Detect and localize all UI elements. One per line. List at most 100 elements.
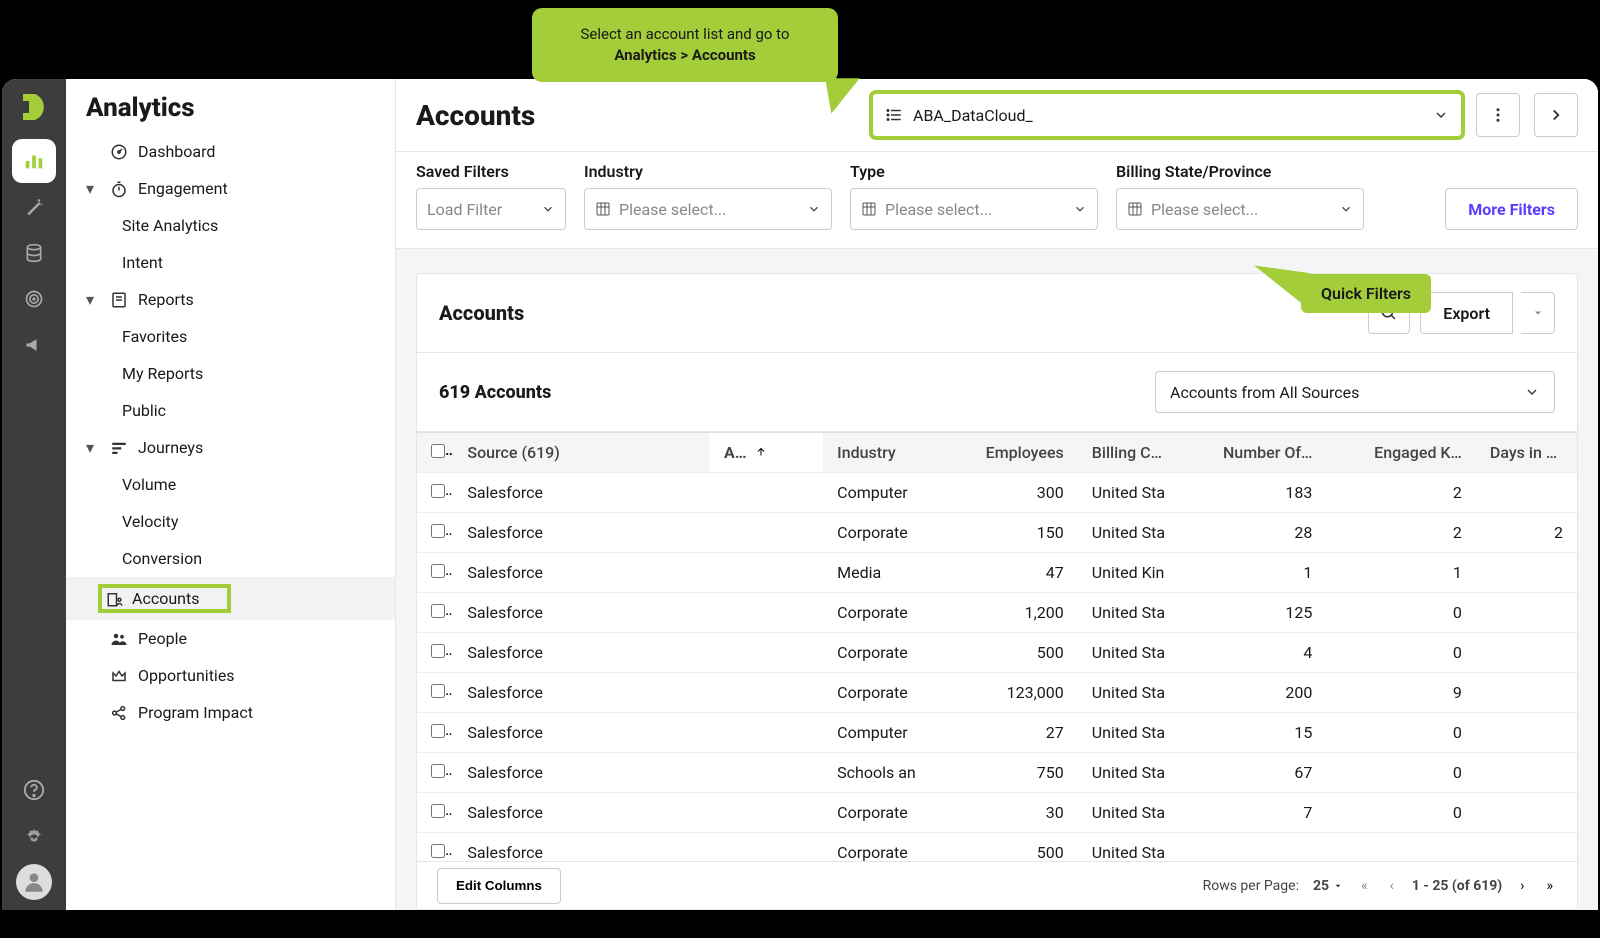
table-header-row: Source (619) A… Industry Employees Billi… <box>417 433 1577 473</box>
select-all-checkbox[interactable] <box>431 444 445 458</box>
chevron-down-icon <box>541 202 555 216</box>
main-area: Quick Filters Accounts ABA_DataCloud_ Sa… <box>396 79 1598 910</box>
sidebar-item-site-analytics[interactable]: Site Analytics <box>66 207 395 244</box>
callout-text-line1: Select an account list and go to <box>580 25 789 43</box>
rail-data-icon[interactable] <box>12 231 56 275</box>
col-days[interactable]: Days in Jo <box>1476 433 1577 473</box>
cell-industry: Corporate <box>823 793 940 833</box>
table-row[interactable]: SalesforceCorporate1,200United Sta1250 <box>417 593 1577 633</box>
sidebar-item-journeys[interactable]: ▾Journeys <box>66 429 395 466</box>
row-checkbox[interactable] <box>431 524 445 538</box>
cell-source: Salesforce <box>453 713 710 753</box>
sidebar: Analytics Dashboard▾EngagementSite Analy… <box>66 79 396 910</box>
next-button[interactable] <box>1534 93 1578 137</box>
source-filter-select[interactable]: Accounts from All Sources <box>1155 371 1555 413</box>
table-row[interactable]: SalesforceCorporate30United Sta70 <box>417 793 1577 833</box>
row-checkbox[interactable] <box>431 684 445 698</box>
cell-industry: Computer <box>823 713 940 753</box>
caret-down-icon: ▾ <box>86 438 100 457</box>
table-row[interactable]: SalesforceCorporate150United Sta2822 <box>417 513 1577 553</box>
col-engaged[interactable]: Engaged K… <box>1326 433 1476 473</box>
accounts-icon <box>106 590 124 608</box>
col-billing[interactable]: Billing C… <box>1078 433 1191 473</box>
more-options-button[interactable] <box>1476 93 1520 137</box>
sidebar-item-dashboard[interactable]: Dashboard <box>66 133 395 170</box>
filter-saved-label: Saved Filters <box>416 162 566 181</box>
page-last-button[interactable]: » <box>1542 878 1557 894</box>
cell-days <box>1476 793 1577 833</box>
cell-industry: Media <box>823 553 940 593</box>
brand-logo <box>14 87 54 127</box>
account-list-select[interactable]: ABA_DataCloud_ <box>872 93 1462 137</box>
row-checkbox[interactable] <box>431 644 445 658</box>
content-panel: Accounts Export 619 Accounts Accounts fr… <box>416 273 1578 910</box>
filter-type-select[interactable]: Please select... <box>850 188 1098 230</box>
col-employees[interactable]: Employees <box>940 433 1077 473</box>
sidebar-item-favorites[interactable]: Favorites <box>66 318 395 355</box>
page-prev-button[interactable]: ‹ <box>1386 878 1398 894</box>
cell-industry: Computer <box>823 473 940 513</box>
filter-saved: Saved Filters Load Filter <box>416 162 566 230</box>
sidebar-item-opportunities[interactable]: Opportunities <box>66 657 395 694</box>
grid-icon <box>595 201 611 217</box>
table-row[interactable]: SalesforceCorporate123,000United Sta2009 <box>417 673 1577 713</box>
row-checkbox[interactable] <box>431 564 445 578</box>
row-checkbox[interactable] <box>431 764 445 778</box>
rail-help-icon[interactable] <box>12 768 56 812</box>
col-source[interactable]: Source (619) <box>453 433 710 473</box>
cell-source: Salesforce <box>453 753 710 793</box>
filter-placeholder: Please select... <box>1151 200 1331 219</box>
edit-columns-button[interactable]: Edit Columns <box>437 868 561 904</box>
table-row[interactable]: SalesforceCorporate500United Sta40 <box>417 633 1577 673</box>
rail-settings-icon[interactable] <box>12 816 56 860</box>
rail-avatar[interactable] <box>16 864 52 900</box>
rows-per-page-select[interactable]: 25 <box>1313 878 1343 894</box>
export-dropdown-button[interactable] <box>1521 292 1555 334</box>
export-button[interactable]: Export <box>1420 292 1513 334</box>
cell-days <box>1476 673 1577 713</box>
sidebar-item-intent[interactable]: Intent <box>66 244 395 281</box>
sidebar-item-engagement[interactable]: ▾Engagement <box>66 170 395 207</box>
row-checkbox[interactable] <box>431 604 445 618</box>
col-industry[interactable]: Industry <box>823 433 940 473</box>
rail-target-icon[interactable] <box>12 277 56 321</box>
row-checkbox[interactable] <box>431 804 445 818</box>
col-number[interactable]: Number Of… <box>1191 433 1326 473</box>
sidebar-item-my-reports[interactable]: My Reports <box>66 355 395 392</box>
cell-employees: 150 <box>940 513 1077 553</box>
cell-source: Salesforce <box>453 553 710 593</box>
sidebar-item-conversion[interactable]: Conversion <box>66 540 395 577</box>
rail-megaphone-icon[interactable] <box>12 323 56 367</box>
row-checkbox[interactable] <box>431 724 445 738</box>
sidebar-item-label: Velocity <box>122 512 178 531</box>
rail-magic-icon[interactable] <box>12 185 56 229</box>
table-row[interactable]: SalesforceComputer27United Sta150 <box>417 713 1577 753</box>
page-next-button[interactable]: › <box>1516 878 1528 894</box>
sidebar-item-volume[interactable]: Volume <box>66 466 395 503</box>
table-row[interactable]: SalesforceSchools an750United Sta670 <box>417 753 1577 793</box>
cell-billing: United Sta <box>1078 713 1191 753</box>
col-account-name[interactable]: A… <box>710 433 823 473</box>
more-filters-button[interactable]: More Filters <box>1445 188 1578 230</box>
rail-analytics-icon[interactable] <box>12 139 56 183</box>
callout-select-list: Select an account list and go to Analyti… <box>532 8 838 82</box>
sidebar-item-public[interactable]: Public <box>66 392 395 429</box>
page-first-button[interactable]: « <box>1357 878 1372 894</box>
callout-quick-filters-text: Quick Filters <box>1321 284 1411 303</box>
sidebar-item-label: Reports <box>138 290 194 309</box>
sidebar-item-reports[interactable]: ▾Reports <box>66 281 395 318</box>
cell-employees: 300 <box>940 473 1077 513</box>
cell-days <box>1476 553 1577 593</box>
filter-industry-select[interactable]: Please select... <box>584 188 832 230</box>
sidebar-item-people[interactable]: People <box>66 620 395 657</box>
cell-number: 1 <box>1191 553 1326 593</box>
table-row[interactable]: SalesforceComputer300United Sta1832 <box>417 473 1577 513</box>
filter-saved-select[interactable]: Load Filter <box>416 188 566 230</box>
sidebar-item-velocity[interactable]: Velocity <box>66 503 395 540</box>
row-checkbox[interactable] <box>431 484 445 498</box>
row-checkbox[interactable] <box>431 844 445 858</box>
filter-billing-select[interactable]: Please select... <box>1116 188 1364 230</box>
sidebar-item-accounts[interactable]: Accounts <box>66 577 395 620</box>
table-row[interactable]: SalesforceMedia47United Kin11 <box>417 553 1577 593</box>
sidebar-item-program-impact[interactable]: Program Impact <box>66 694 395 731</box>
